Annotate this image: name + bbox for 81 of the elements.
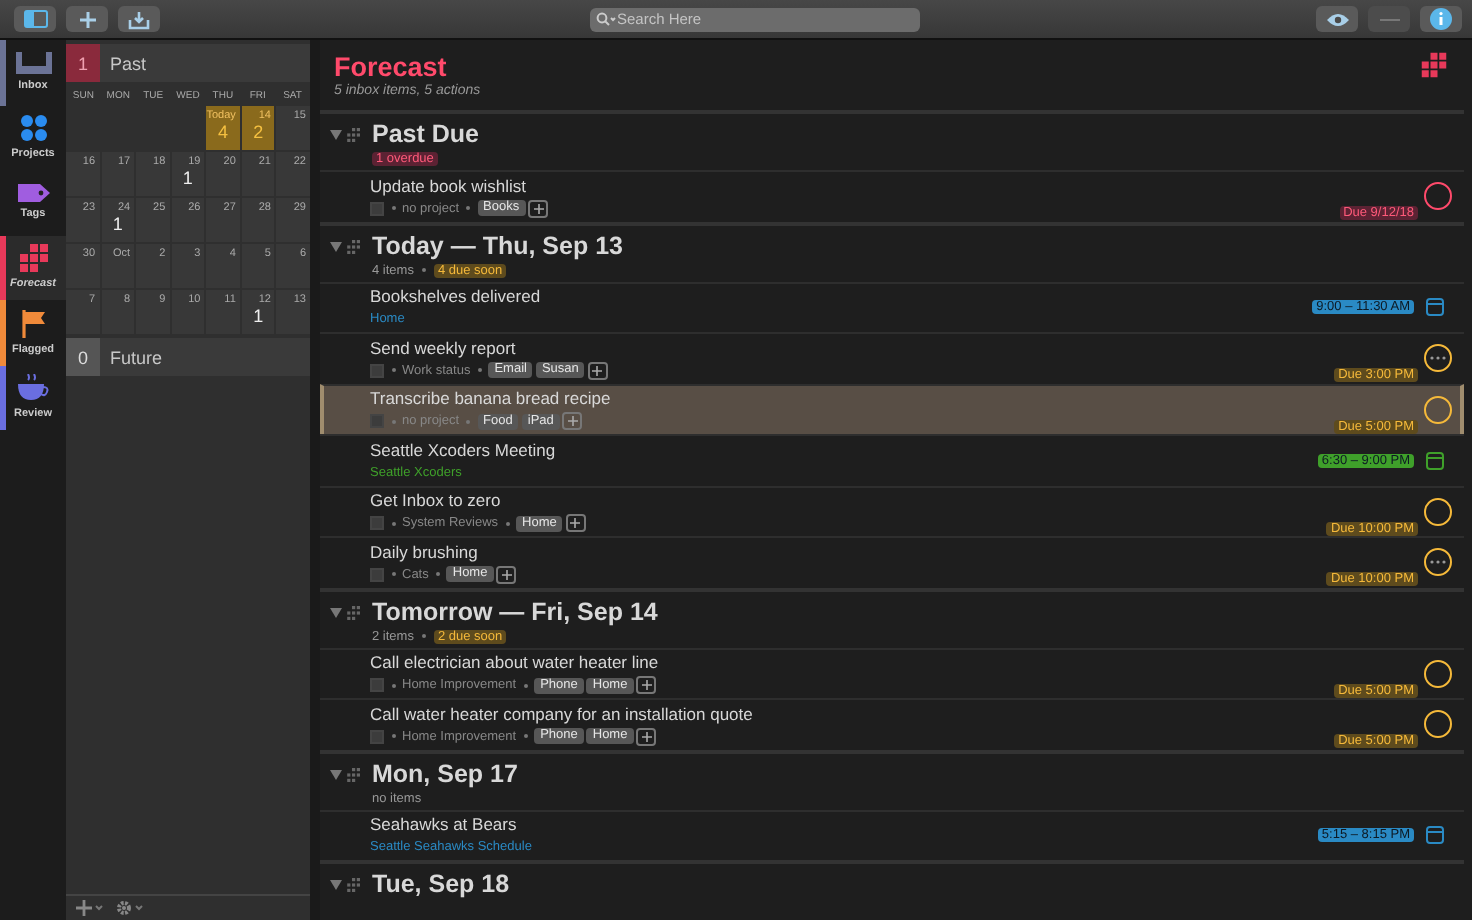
future-row[interactable]: 0 Future bbox=[66, 338, 310, 376]
eye-icon bbox=[1325, 11, 1349, 27]
disclosure-triangle-icon[interactable] bbox=[330, 880, 342, 890]
inbox-tray-icon bbox=[15, 52, 51, 75]
item-title: Update book wishlist bbox=[370, 175, 528, 196]
add-tag-button[interactable] bbox=[528, 199, 549, 218]
disclosure-triangle-icon[interactable] bbox=[330, 769, 342, 779]
status-circle[interactable] bbox=[1424, 182, 1452, 211]
item-title: Seattle Xcoders Meeting bbox=[370, 439, 556, 460]
info-button[interactable] bbox=[1420, 6, 1462, 32]
square-icon bbox=[370, 414, 384, 429]
row-label: Past bbox=[110, 53, 147, 73]
drag-handle-icon[interactable] bbox=[346, 128, 360, 142]
add-tag-button[interactable] bbox=[496, 565, 517, 584]
section-title: Tue, Sep 18 bbox=[372, 870, 510, 900]
calendar-icon bbox=[1426, 298, 1444, 317]
item-title: Send weekly report bbox=[370, 337, 518, 358]
drag-handle-icon[interactable] bbox=[346, 878, 360, 892]
disclosure-triangle-icon[interactable] bbox=[330, 130, 342, 140]
eye-button[interactable] bbox=[1316, 6, 1358, 32]
item-title: Get Inbox to zero bbox=[370, 490, 503, 511]
square-icon bbox=[370, 678, 384, 693]
row-label: Future bbox=[110, 347, 163, 367]
add-menu-icon[interactable] bbox=[76, 900, 104, 916]
square-icon bbox=[370, 567, 384, 582]
item-title: Call water heater company for an installation quote bbox=[370, 703, 753, 724]
add-button[interactable] bbox=[66, 6, 108, 32]
add-tag-button[interactable] bbox=[636, 676, 657, 695]
item-title: Bookshelves delivered bbox=[370, 286, 541, 307]
grid-icon bbox=[17, 244, 49, 273]
square-icon bbox=[370, 363, 384, 378]
status-circle[interactable] bbox=[1424, 659, 1452, 688]
day-count: 2 bbox=[253, 124, 264, 142]
past-row[interactable]: 1 Past bbox=[66, 44, 310, 82]
day-count: 1 bbox=[182, 170, 193, 188]
square-icon bbox=[370, 516, 384, 531]
status-circle[interactable] bbox=[1424, 710, 1452, 739]
gear-menu-icon[interactable] bbox=[116, 900, 144, 916]
add-tag-button[interactable] bbox=[587, 361, 608, 380]
flag-icon bbox=[21, 309, 45, 338]
day-count: 1 bbox=[253, 308, 264, 326]
info-icon bbox=[1430, 8, 1452, 30]
count-badge: 0 bbox=[66, 338, 100, 376]
calendar-icon bbox=[1426, 451, 1444, 470]
day-count: 4 bbox=[218, 124, 229, 142]
calendar-icon bbox=[1426, 826, 1444, 845]
sidebar-toggle-icon bbox=[23, 10, 47, 28]
square-icon bbox=[370, 729, 384, 744]
disclosure-triangle-icon[interactable] bbox=[330, 241, 342, 251]
drag-handle-icon[interactable] bbox=[346, 605, 360, 619]
dash-icon bbox=[1379, 17, 1399, 21]
count-badge: 1 bbox=[66, 44, 100, 82]
drag-handle-icon[interactable] bbox=[346, 239, 360, 253]
add-tag-button[interactable] bbox=[565, 514, 586, 533]
plus-icon bbox=[77, 9, 97, 29]
section-title: Today — Thu, Sep 13 bbox=[372, 231, 623, 261]
section-title: Mon, Sep 17 bbox=[372, 759, 518, 789]
tag-icon bbox=[17, 184, 49, 203]
tray-arrow-icon bbox=[128, 9, 150, 29]
dots-icon bbox=[19, 114, 47, 143]
cup-icon bbox=[17, 374, 49, 403]
disclosure-triangle-icon[interactable] bbox=[330, 607, 342, 617]
status-circle[interactable] bbox=[1424, 548, 1452, 577]
download-button[interactable] bbox=[118, 6, 160, 32]
status-circle[interactable] bbox=[1424, 344, 1452, 373]
grid-icon bbox=[1420, 52, 1448, 78]
add-tag-button[interactable] bbox=[562, 412, 583, 431]
item-title: Seahawks at Bears bbox=[370, 814, 519, 835]
item-title: Transcribe banana bread recipe bbox=[370, 388, 611, 409]
drag-handle-icon[interactable] bbox=[346, 767, 360, 781]
status-circle[interactable] bbox=[1424, 395, 1452, 424]
page-title: Forecast bbox=[334, 52, 449, 82]
item-title: Call electrician about water heater line bbox=[370, 652, 659, 673]
day-count: 1 bbox=[112, 216, 123, 234]
item-title: Daily brushing bbox=[370, 541, 480, 562]
section-title: Tomorrow — Fri, Sep 14 bbox=[372, 597, 658, 627]
status-circle[interactable] bbox=[1424, 497, 1452, 526]
section-title: Past Due bbox=[372, 120, 479, 150]
square-icon bbox=[370, 201, 384, 216]
sidebar-toggle-button[interactable] bbox=[14, 6, 56, 32]
add-tag-button[interactable] bbox=[636, 727, 657, 746]
